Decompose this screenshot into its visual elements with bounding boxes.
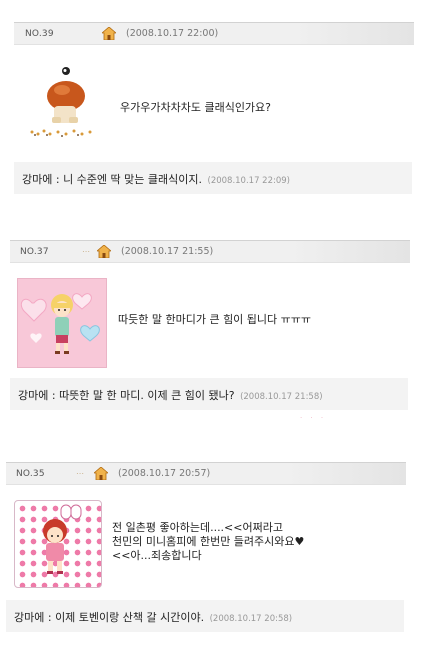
post-line: <<아...죄송합니다	[112, 549, 202, 562]
entry-number: NO.35	[16, 469, 45, 479]
post-line: 천민의 미니홈피에 한번만 들려주시와요♥	[112, 535, 305, 548]
reply-date: (2008.10.17 22:09)	[207, 176, 291, 186]
reply-message: 이제 토벤이랑 산책 갈 시간이야.	[55, 611, 205, 624]
sparkle-icon: · · ·	[300, 414, 327, 422]
sparkle-icon: ⋯	[76, 469, 84, 478]
entry-date: (2008.10.17 20:57)	[118, 468, 211, 479]
post-line: 전 일촌평 좋아하는데....<<어쩌라고	[112, 521, 283, 534]
reply-text: 강마에 : 니 수준엔 딱 맞는 클래식이지. (2008.10.17 22:0…	[22, 171, 290, 187]
home-icon[interactable]	[100, 26, 118, 41]
entry-header: NO.39 (2008.10.17 22:00)	[14, 22, 414, 45]
reply-date: (2008.10.17 20:58)	[209, 614, 293, 624]
reply-box: 강마에 : 따뜻한 말 한 마디. 이제 큰 힘이 됐나? (2008.10.1…	[10, 378, 408, 410]
home-icon[interactable]	[92, 466, 110, 481]
home-icon[interactable]	[95, 244, 113, 259]
reply-text: 강마에 : 따뜻한 말 한 마디. 이제 큰 힘이 됐나? (2008.10.1…	[18, 387, 323, 403]
sparkle-icon: ⋯	[82, 247, 90, 256]
entry-date: (2008.10.17 21:55)	[121, 246, 214, 257]
girl-dots-avatar-icon	[14, 500, 102, 588]
reply-message: 니 수준엔 딱 맞는 클래식이지.	[63, 173, 202, 186]
reply-message: 따뜻한 말 한 마디. 이제 큰 힘이 됐나?	[59, 389, 235, 402]
post-text: 우가우가차차차도 클래식인가요?	[120, 101, 272, 114]
entry-date: (2008.10.17 22:00)	[126, 28, 219, 39]
reply-date: (2008.10.17 21:58)	[240, 392, 323, 402]
reply-author: 강마에 :	[14, 611, 56, 624]
reply-text: 강마에 : 이제 토벤이랑 산책 갈 시간이야. (2008.10.17 20:…	[14, 609, 292, 625]
entry-number: NO.39	[25, 29, 54, 39]
reply-box: 강마에 : 니 수준엔 딱 맞는 클래식이지. (2008.10.17 22:0…	[14, 162, 412, 194]
post-text: 따듯한 말 한마디가 큰 힘이 됩니다 ㅠㅠㅠ	[118, 313, 312, 326]
post-text: 전 일촌평 좋아하는데....<<어쩌라고 천민의 미니홈피에 한번만 들려주시…	[112, 521, 304, 563]
entry-number: NO.37	[20, 247, 49, 257]
entry-header: NO.37 ⋯ (2008.10.17 21:55)	[10, 240, 410, 263]
reply-author: 강마에 :	[22, 173, 64, 186]
entry-header: NO.35 ⋯ (2008.10.17 20:57)	[6, 462, 406, 485]
reply-author: 강마에 :	[18, 389, 60, 402]
girl-hearts-avatar-icon	[17, 278, 107, 368]
reply-box: 강마에 : 이제 토벤이랑 산책 갈 시간이야. (2008.10.17 20:…	[6, 600, 404, 632]
mushroom-avatar-icon	[22, 62, 102, 142]
